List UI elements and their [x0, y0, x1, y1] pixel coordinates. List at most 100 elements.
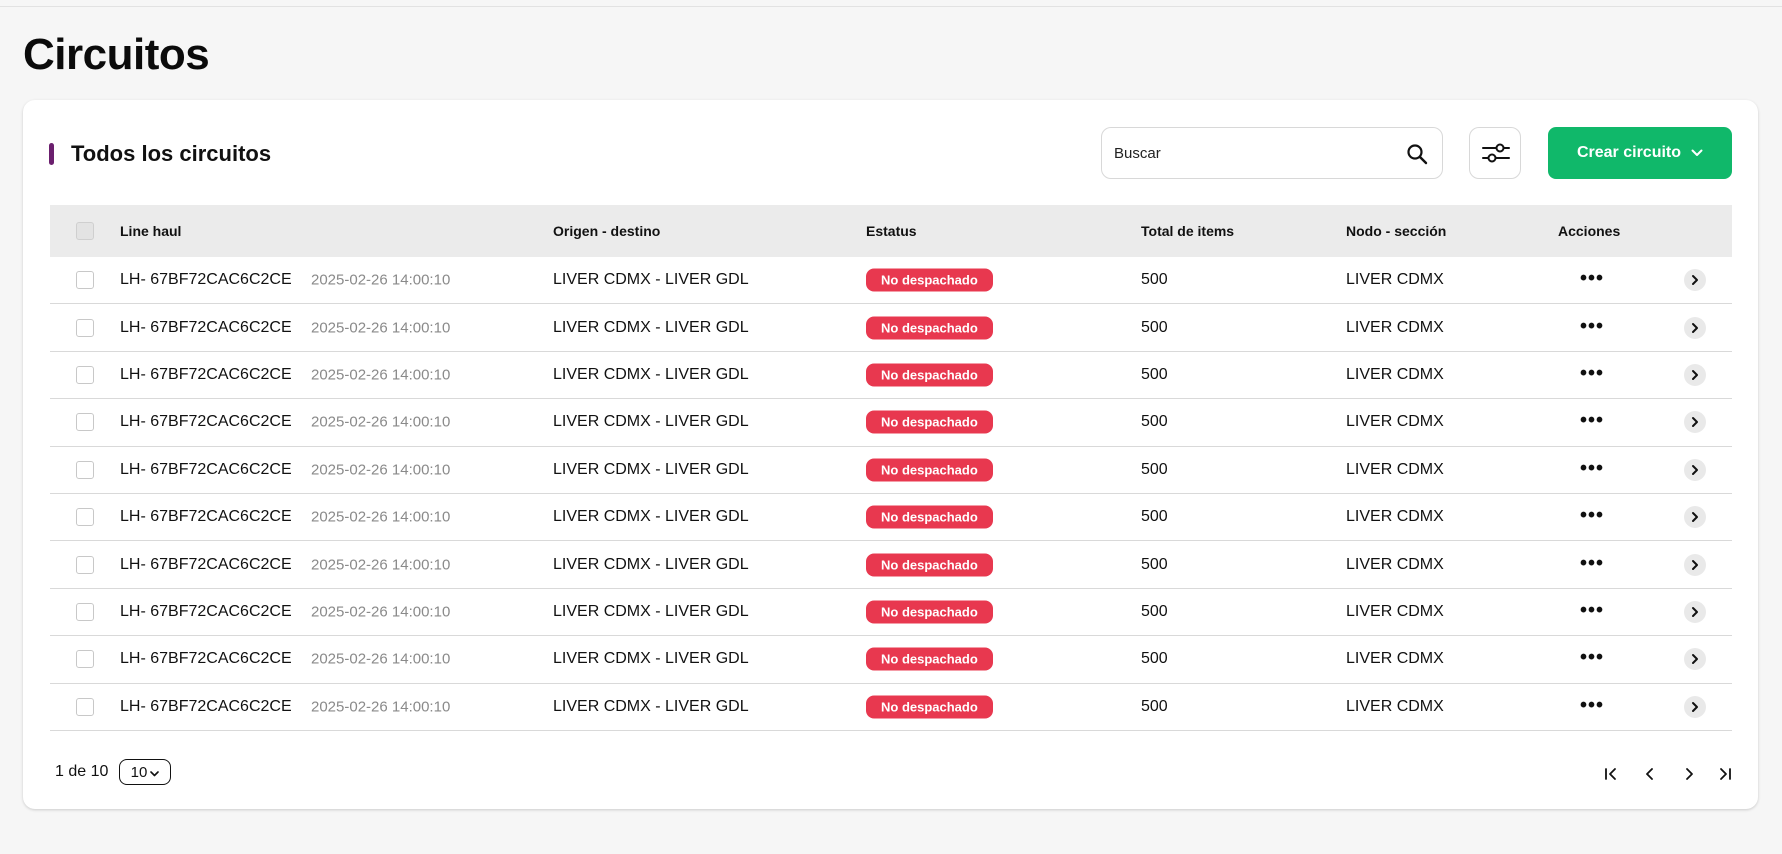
page-title: Circuitos — [23, 30, 210, 79]
chevron-right-icon[interactable] — [1684, 600, 1706, 623]
last-page-icon[interactable] — [1715, 764, 1735, 784]
status-badge: No despachado — [866, 553, 993, 577]
more-actions-icon[interactable]: ••• — [1580, 694, 1604, 717]
chevron-right-icon[interactable] — [1684, 269, 1706, 292]
row-checkbox[interactable] — [76, 271, 94, 290]
table-row[interactable]: LH- 67BF72CAC6C2CE 2025-02-26 14:00:10 L… — [50, 589, 1732, 637]
route-value: LIVER CDMX - LIVER GDL — [553, 271, 749, 289]
total-items-value: 500 — [1141, 318, 1168, 336]
total-items-value: 500 — [1141, 460, 1168, 478]
chevron-down-icon — [1691, 144, 1703, 162]
header-route: Origen - destino — [553, 223, 661, 239]
line-haul-id: LH- 67BF72CAC6C2CE — [120, 460, 292, 478]
table-row[interactable]: LH- 67BF72CAC6C2CE 2025-02-26 14:00:10 L… — [50, 636, 1732, 684]
card-accent-bar — [49, 143, 54, 165]
line-haul-id: LH- 67BF72CAC6C2CE — [120, 413, 292, 431]
row-date: 2025-02-26 14:00:10 — [311, 413, 451, 431]
table-row[interactable]: LH- 67BF72CAC6C2CE 2025-02-26 14:00:10 L… — [50, 541, 1732, 589]
row-checkbox[interactable] — [76, 555, 94, 574]
first-page-icon[interactable] — [1601, 764, 1621, 784]
more-actions-icon[interactable]: ••• — [1580, 457, 1604, 480]
route-value: LIVER CDMX - LIVER GDL — [553, 555, 749, 573]
more-actions-icon[interactable]: ••• — [1580, 410, 1604, 433]
row-checkbox[interactable] — [76, 460, 94, 479]
chevron-right-icon[interactable] — [1684, 695, 1706, 718]
header-line-haul: Line haul — [120, 223, 182, 239]
route-value: LIVER CDMX - LIVER GDL — [553, 697, 749, 715]
row-date: 2025-02-26 14:00:10 — [311, 461, 451, 479]
total-items-value: 500 — [1141, 271, 1168, 289]
row-date: 2025-02-26 14:00:10 — [311, 271, 451, 289]
node-section-value: LIVER CDMX — [1346, 413, 1444, 431]
header-node: Nodo - sección — [1346, 223, 1447, 239]
card-title: Todos los circuitos — [71, 141, 272, 166]
more-actions-icon[interactable]: ••• — [1580, 268, 1604, 291]
node-section-value: LIVER CDMX — [1346, 555, 1444, 573]
page-size-value: 10 — [130, 763, 148, 781]
row-checkbox[interactable] — [76, 650, 94, 669]
more-actions-icon[interactable]: ••• — [1580, 599, 1604, 622]
more-actions-icon[interactable]: ••• — [1580, 504, 1604, 527]
row-checkbox[interactable] — [76, 318, 94, 337]
table-row[interactable]: LH- 67BF72CAC6C2CE 2025-02-26 14:00:10 L… — [50, 684, 1732, 731]
create-circuit-button[interactable]: Crear circuito — [1548, 127, 1732, 179]
page-size-select[interactable]: 10 — [119, 759, 171, 785]
row-date: 2025-02-26 14:00:10 — [311, 650, 451, 668]
row-checkbox[interactable] — [76, 697, 94, 716]
chevron-right-icon[interactable] — [1684, 553, 1706, 576]
table-row[interactable]: LH- 67BF72CAC6C2CE 2025-02-26 14:00:10 L… — [50, 304, 1732, 352]
chevron-right-icon[interactable] — [1684, 506, 1706, 529]
table-row[interactable]: LH- 67BF72CAC6C2CE 2025-02-26 14:00:10 L… — [50, 399, 1732, 447]
pagination-label: 1 de 10 — [55, 763, 109, 780]
search-input[interactable] — [1114, 128, 1394, 178]
next-page-icon[interactable] — [1679, 764, 1699, 784]
status-cell: No despachado — [866, 505, 993, 529]
row-date: 2025-02-26 14:00:10 — [311, 698, 451, 716]
node-section-value: LIVER CDMX — [1346, 271, 1444, 289]
header-status: Estatus — [866, 223, 917, 239]
chevron-right-icon[interactable] — [1684, 648, 1706, 671]
status-cell: No despachado — [866, 458, 993, 482]
status-badge: No despachado — [866, 316, 993, 340]
chevron-right-icon[interactable] — [1684, 316, 1706, 339]
node-section-value: LIVER CDMX — [1346, 650, 1444, 668]
total-items-value: 500 — [1141, 555, 1168, 573]
table-row[interactable]: LH- 67BF72CAC6C2CE 2025-02-26 14:00:10 L… — [50, 447, 1732, 494]
filter-button[interactable] — [1469, 127, 1521, 179]
chevron-right-icon[interactable] — [1684, 458, 1706, 481]
more-actions-icon[interactable]: ••• — [1580, 362, 1604, 385]
chevron-right-icon[interactable] — [1684, 363, 1706, 386]
status-badge: No despachado — [866, 695, 993, 719]
line-haul-id: LH- 67BF72CAC6C2CE — [120, 650, 292, 668]
status-badge: No despachado — [866, 410, 993, 434]
route-value: LIVER CDMX - LIVER GDL — [553, 602, 749, 620]
status-badge: No despachado — [866, 647, 993, 671]
total-items-value: 500 — [1141, 602, 1168, 620]
chevron-right-icon[interactable] — [1684, 411, 1706, 434]
more-actions-icon[interactable]: ••• — [1580, 552, 1604, 575]
table-row[interactable]: LH- 67BF72CAC6C2CE 2025-02-26 14:00:10 L… — [50, 257, 1732, 305]
node-section-value: LIVER CDMX — [1346, 697, 1444, 715]
table-row[interactable]: LH- 67BF72CAC6C2CE 2025-02-26 14:00:10 L… — [50, 494, 1732, 542]
row-checkbox[interactable] — [76, 602, 94, 621]
previous-page-icon[interactable] — [1640, 764, 1660, 784]
more-actions-icon[interactable]: ••• — [1580, 647, 1604, 670]
node-section-value: LIVER CDMX — [1346, 508, 1444, 526]
row-date: 2025-02-26 14:00:10 — [311, 603, 451, 621]
row-checkbox[interactable] — [76, 508, 94, 527]
line-haul-id: LH- 67BF72CAC6C2CE — [120, 508, 292, 526]
select-all-checkbox[interactable] — [76, 222, 94, 240]
table-row[interactable]: LH- 67BF72CAC6C2CE 2025-02-26 14:00:10 L… — [50, 352, 1732, 400]
status-cell: No despachado — [866, 553, 993, 577]
row-checkbox[interactable] — [76, 413, 94, 432]
row-checkbox[interactable] — [76, 365, 94, 384]
status-cell: No despachado — [866, 647, 993, 671]
status-badge: No despachado — [866, 458, 993, 482]
status-badge: No despachado — [866, 268, 993, 292]
node-section-value: LIVER CDMX — [1346, 318, 1444, 336]
status-cell: No despachado — [866, 410, 993, 434]
route-value: LIVER CDMX - LIVER GDL — [553, 650, 749, 668]
more-actions-icon[interactable]: ••• — [1580, 315, 1604, 338]
search-icon[interactable] — [1406, 143, 1428, 165]
circuits-table: Line haul Origen - destino Estatus Total… — [50, 205, 1732, 731]
